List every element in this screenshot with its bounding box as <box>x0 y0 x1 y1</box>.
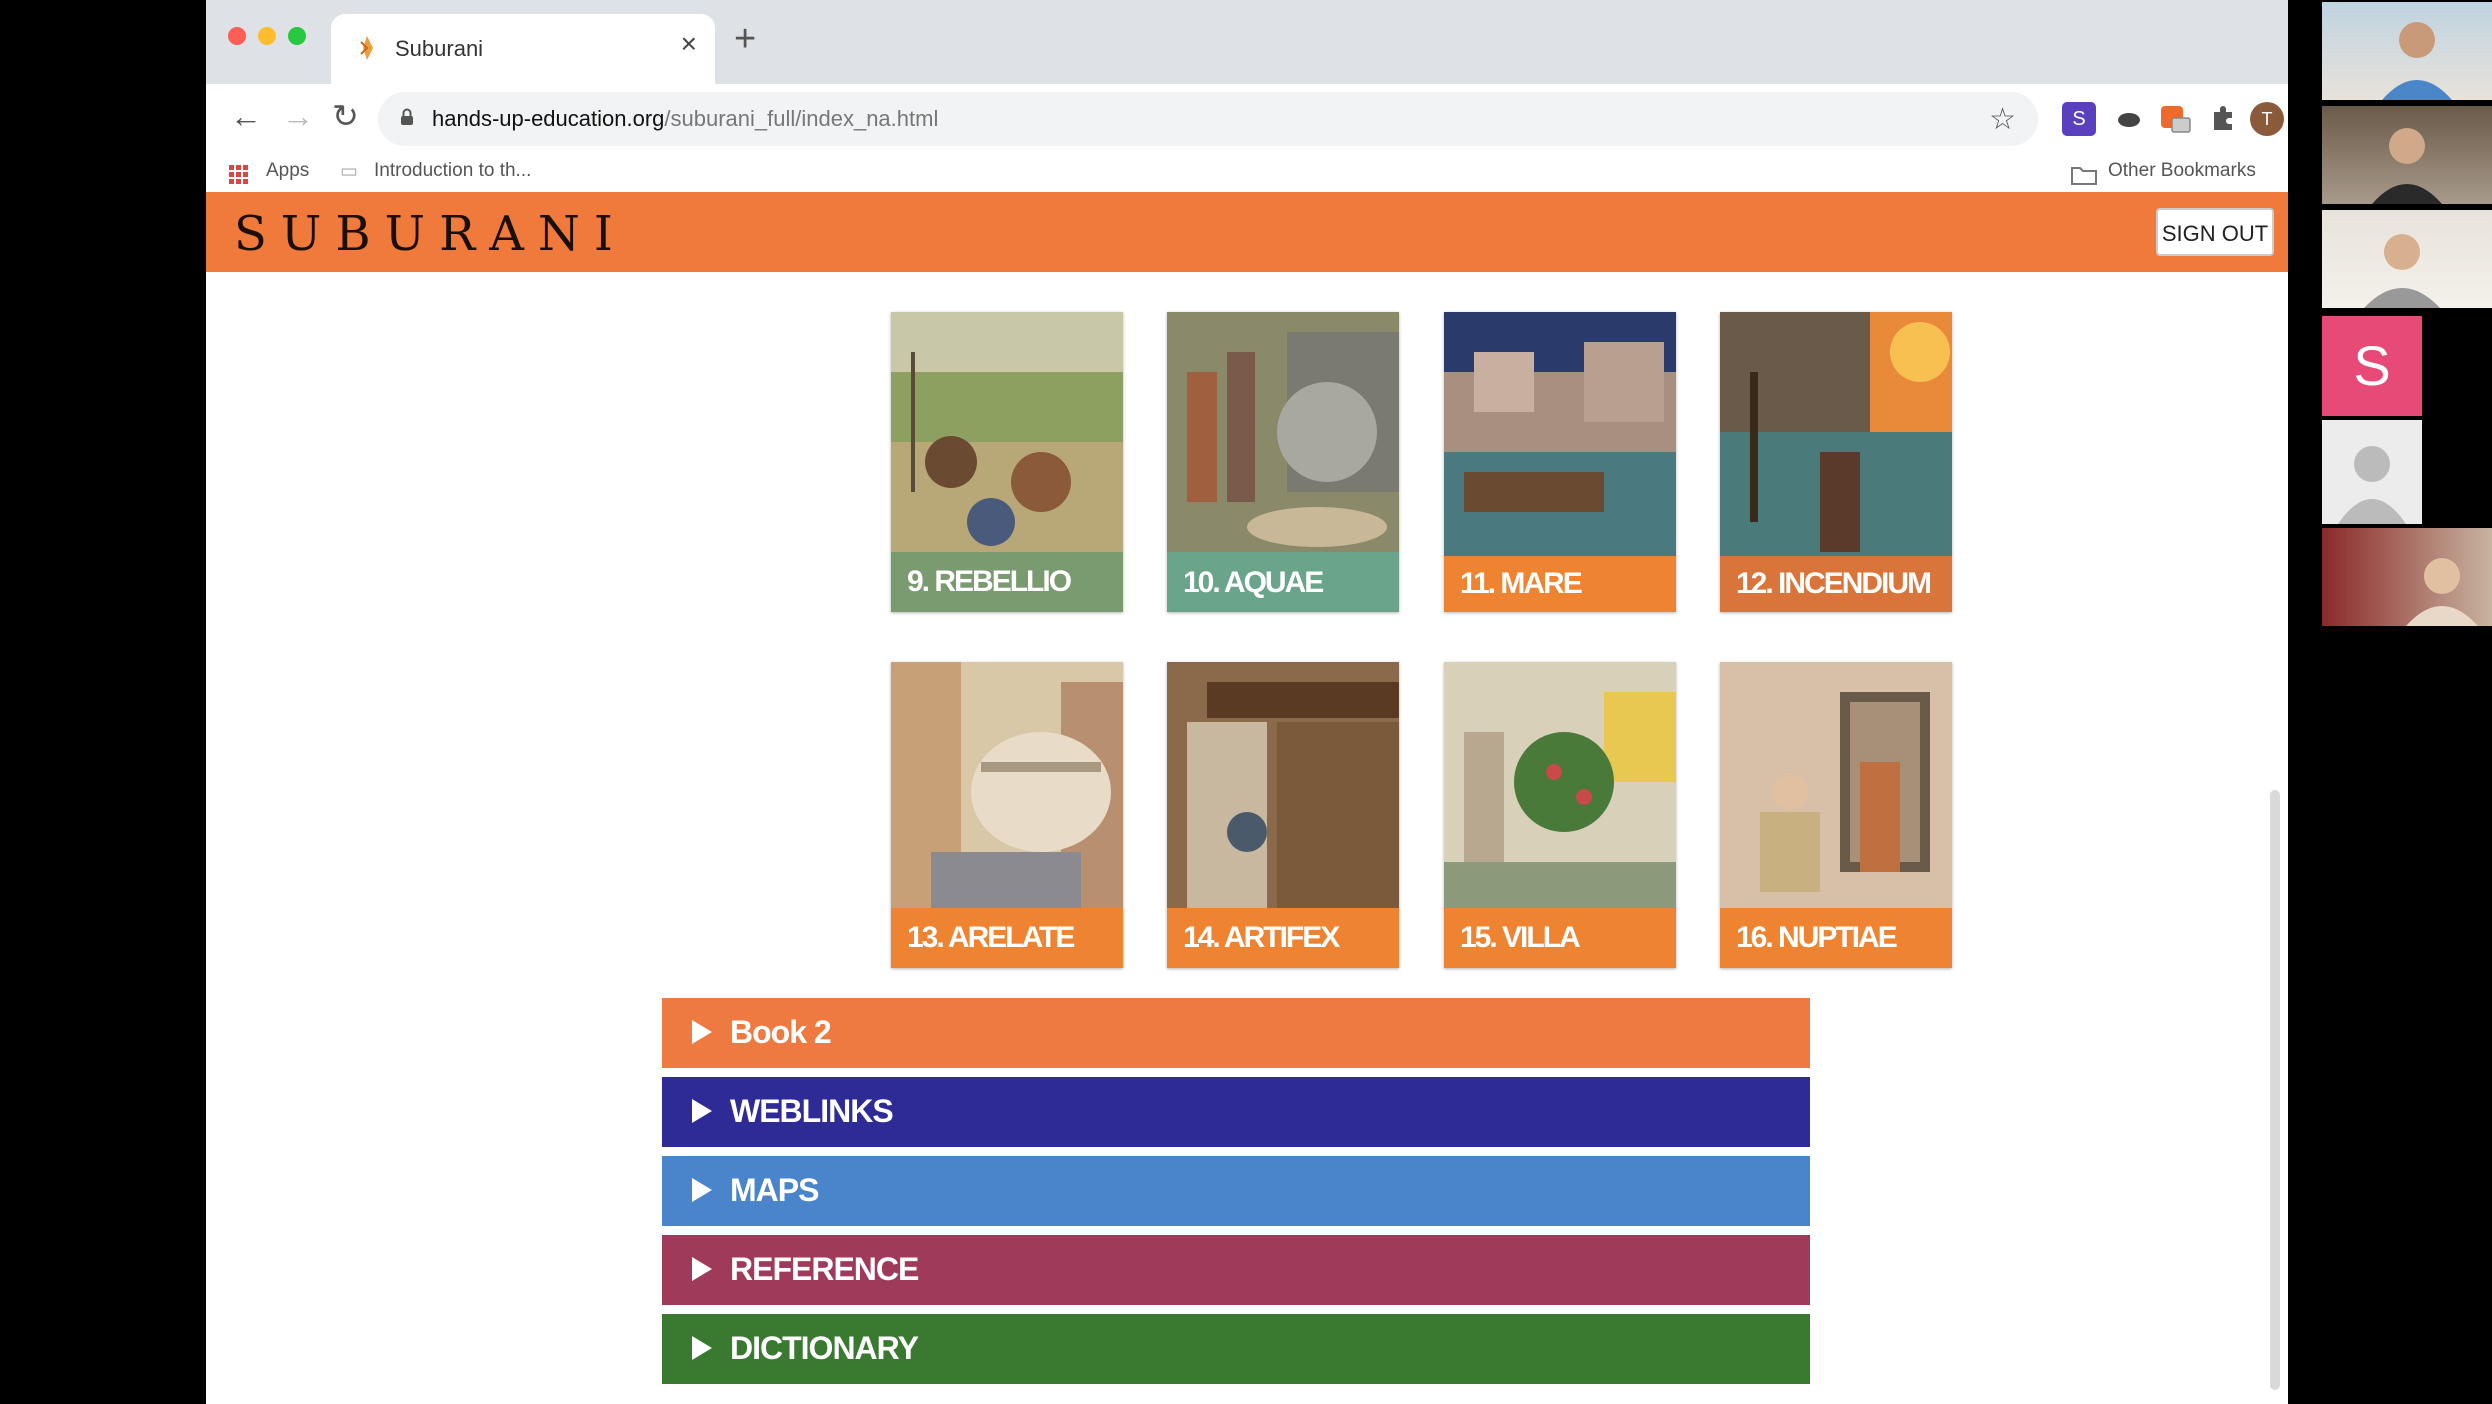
chapter-label: 11. MARE <box>1460 567 1583 600</box>
chapter-card[interactable]: 14. ARTIFEX <box>1167 662 1399 968</box>
chapter-illustration <box>1720 312 1952 556</box>
chapter-card[interactable]: 12. INCENDIUM <box>1720 312 1952 612</box>
section-bar[interactable]: DICTIONARY <box>662 1314 1810 1384</box>
chapter-illustration <box>1167 312 1399 552</box>
url-path: /suburani_full/index_na.html <box>664 106 939 131</box>
chapter-label: 15. VILLA <box>1460 921 1581 954</box>
video-call-panel: S <box>2318 0 2492 630</box>
lock-icon <box>401 108 413 125</box>
extension-s-label: S <box>2072 108 2086 130</box>
participant-placeholder <box>2322 420 2422 524</box>
bookmark-page-icon: ▭ <box>340 161 358 182</box>
site-favicon-icon <box>360 36 373 60</box>
chapter-label: 10. AQUAE SULIS <box>1183 566 1324 599</box>
close-window-button[interactable] <box>228 27 246 45</box>
section-label: DICTIONARY <box>730 1330 919 1366</box>
bookmark-introduction[interactable]: Introduction to th... <box>374 160 531 182</box>
section-label: WEBLINKS <box>730 1093 894 1129</box>
extension-cloud-icon[interactable] <box>2112 102 2146 136</box>
section-bar[interactable]: Book 2 <box>662 998 1810 1068</box>
chapter-card[interactable]: 13. ARELATE <box>891 662 1123 968</box>
participant-avatar-s: S <box>2322 316 2422 416</box>
chapter-card[interactable]: 9. REBELLIO <box>891 312 1123 612</box>
chapter-label: 13. ARELATE <box>907 921 1075 954</box>
browser-toolbar: ← → ↻ hands-up-education.org/suburani_fu… <box>206 84 2288 156</box>
participant-video-1 <box>2322 2 2492 100</box>
reload-icon[interactable]: ↻ <box>332 100 359 132</box>
chapter-illustration <box>891 312 1123 552</box>
address-bar[interactable]: hands-up-education.org/suburani_full/ind… <box>378 92 2038 146</box>
expand-arrow-icon <box>692 1336 712 1360</box>
other-bookmarks[interactable]: Other Bookmarks <box>2108 160 2256 182</box>
sign-out-button[interactable]: SIGN OUT <box>2156 208 2274 256</box>
site-header: SUBURANI SIGN OUT <box>206 192 2288 272</box>
section-label: REFERENCE <box>730 1251 919 1287</box>
expand-arrow-icon <box>692 1257 712 1281</box>
participant-video-3 <box>2322 210 2492 308</box>
chapter-illustration <box>891 662 1123 908</box>
expand-arrow-icon <box>692 1178 712 1202</box>
tab-strip: Suburani × + <box>206 0 2288 84</box>
chapter-illustration <box>1167 662 1399 908</box>
browser-window: Suburani × + ← → ↻ hands-up-education.or… <box>206 0 2288 1404</box>
participant-video-2 <box>2322 106 2492 204</box>
new-tab-icon[interactable]: + <box>734 20 756 58</box>
section-label: MAPS <box>730 1172 819 1208</box>
participant-video-4 <box>2322 528 2492 626</box>
back-arrow-icon[interactable]: ← <box>230 100 262 132</box>
section-bar[interactable]: MAPS <box>662 1156 1810 1226</box>
chapter-card[interactable]: 10. AQUAE SULIS <box>1167 312 1399 612</box>
chapter-card[interactable]: 16. NUPTIAE <box>1720 662 1952 968</box>
profile-avatar[interactable]: T <box>2250 102 2284 136</box>
bookmark-star-icon[interactable]: ☆ <box>1989 102 2016 137</box>
url-text: hands-up-education.org/suburani_full/ind… <box>432 106 938 132</box>
chapter-illustration <box>1720 662 1952 908</box>
url-domain: hands-up-education.org <box>432 106 665 131</box>
scrollbar[interactable] <box>2270 790 2280 1390</box>
chapter-illustration <box>1444 662 1676 908</box>
maximize-window-button[interactable] <box>288 27 306 45</box>
browser-tab[interactable]: Suburani × <box>331 14 715 84</box>
chapter-label: 16. NUPTIAE <box>1736 921 1898 954</box>
extension-slides-icon[interactable] <box>2158 102 2192 136</box>
apps-grid-icon <box>229 165 248 184</box>
chapter-label: 9. REBELLIO <box>907 565 1072 598</box>
user-silhouette-icon <box>2338 446 2406 524</box>
profile-initial: T <box>2261 109 2273 129</box>
expand-arrow-icon <box>692 1020 712 1044</box>
bookmarks-bar: Apps ▭ Introduction to th... Other Bookm… <box>206 156 2288 193</box>
site-logo[interactable]: SUBURANI <box>234 206 627 262</box>
chapter-card[interactable]: 15. VILLA <box>1444 662 1676 968</box>
chapter-label: 12. INCENDIUM <box>1736 567 1932 600</box>
tab-close-icon[interactable]: × <box>681 30 697 58</box>
forward-arrow-icon[interactable]: → <box>282 100 314 132</box>
extensions-puzzle-icon[interactable] <box>2206 102 2240 136</box>
section-bar[interactable]: REFERENCE <box>662 1235 1810 1305</box>
minimize-window-button[interactable] <box>258 27 276 45</box>
section-label: Book 2 <box>730 1014 832 1050</box>
section-bar[interactable]: WEBLINKS <box>662 1077 1810 1147</box>
extension-s-icon[interactable]: S <box>2062 102 2096 136</box>
tab-title: Suburani <box>395 36 484 61</box>
chapter-label: 14. ARTIFEX <box>1183 921 1340 954</box>
expand-arrow-icon <box>692 1099 712 1123</box>
chapter-card[interactable]: 11. MARE <box>1444 312 1676 612</box>
bookmark-apps[interactable]: Apps <box>266 160 309 182</box>
folder-icon <box>2071 167 2097 185</box>
chapter-illustration <box>1444 312 1676 556</box>
